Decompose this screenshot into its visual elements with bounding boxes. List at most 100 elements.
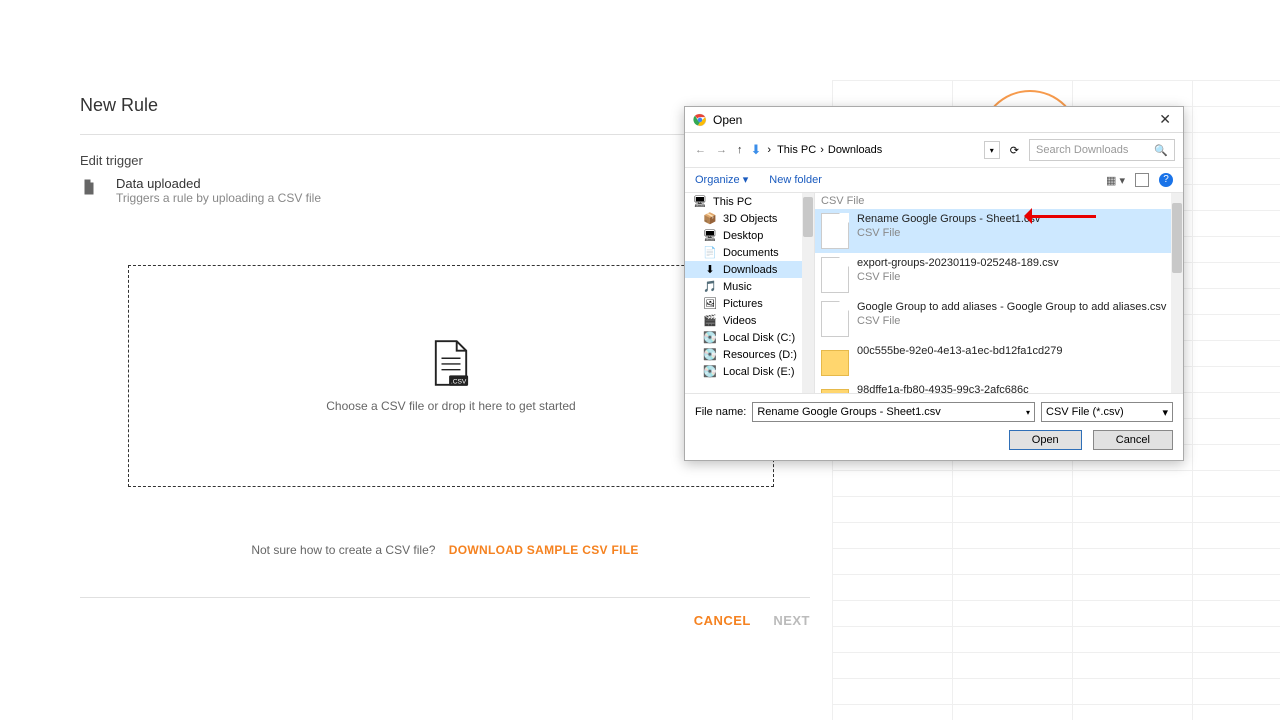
nav-back-icon[interactable]: ←: [693, 144, 708, 156]
tree-item[interactable]: 🖥 Desktop: [685, 227, 814, 244]
filename-label: File name:: [695, 406, 746, 418]
dialog-title: Open: [713, 113, 1155, 127]
tree-item-label: Desktop: [723, 230, 763, 242]
filter-dropdown-icon[interactable]: ▾: [1162, 406, 1168, 419]
tree-item-label: Local Disk (E:): [723, 366, 795, 378]
file-row[interactable]: 00c555be-92e0-4e13-a1ec-bd12fa1cd279: [815, 341, 1183, 380]
tree-item[interactable]: 🎬 Videos: [685, 312, 814, 329]
tree-item-icon: 💽: [703, 365, 717, 378]
tree-item-icon: 📄: [703, 246, 717, 259]
organize-menu[interactable]: Organize ▾: [695, 174, 748, 186]
close-icon[interactable]: ✕: [1155, 111, 1175, 128]
filter-value: CSV File (*.csv): [1046, 406, 1124, 418]
filelist-scrollbar[interactable]: [1171, 193, 1183, 393]
trigger-title: Data uploaded: [116, 176, 321, 191]
preview-pane-icon[interactable]: [1135, 173, 1149, 187]
tree-item[interactable]: 📦 3D Objects: [685, 210, 814, 227]
dialog-nav: ← → ↑ ⬇ › This PC › Downloads ▾ ⟳ Search…: [685, 133, 1183, 168]
file-icon: [80, 176, 98, 198]
file-list[interactable]: CSV File Rename Google Groups - Sheet1.c…: [815, 193, 1183, 393]
file-icon: [821, 301, 849, 337]
tree-item-label: Music: [723, 281, 752, 293]
help-icon[interactable]: ?: [1159, 173, 1173, 187]
file-row[interactable]: Google Group to add aliases - Google Gro…: [815, 297, 1183, 341]
tree-item[interactable]: 🖼 Pictures: [685, 295, 814, 312]
file-row[interactable]: 98dffe1a-fb80-4935-99c3-2afc686c: [815, 380, 1183, 393]
open-button[interactable]: Open: [1009, 430, 1082, 450]
tree-item-icon: 🖥: [703, 229, 717, 242]
nav-forward-icon[interactable]: →: [714, 144, 729, 156]
search-placeholder: Search Downloads: [1036, 144, 1128, 156]
filename-value: Rename Google Groups - Sheet1.csv: [757, 406, 940, 418]
svg-text:.CSV: .CSV: [451, 378, 467, 385]
crumb-downloads[interactable]: Downloads: [828, 144, 882, 156]
crumb-sep: ›: [767, 144, 771, 156]
tree-item-label: Pictures: [723, 298, 763, 310]
path-dropdown[interactable]: ▾: [984, 141, 1000, 159]
chrome-icon: [693, 113, 707, 127]
tree-item-icon: 💽: [703, 348, 717, 361]
new-folder-button[interactable]: New folder: [769, 174, 822, 186]
dialog-titlebar: Open ✕: [685, 107, 1183, 133]
csv-file-icon: .CSV: [432, 339, 470, 387]
file-type: CSV File: [857, 271, 1059, 285]
file-name: Rename Google Groups - Sheet1.csv: [857, 213, 1040, 227]
filename-input[interactable]: Rename Google Groups - Sheet1.csv ▾: [752, 402, 1035, 422]
tree-item-label: 3D Objects: [723, 213, 777, 225]
tree-item-label: Documents: [723, 247, 779, 259]
file-open-dialog: Open ✕ ← → ↑ ⬇ › This PC › Downloads ▾ ⟳…: [684, 106, 1184, 461]
breadcrumb: This PC › Downloads: [777, 144, 978, 156]
filetype-filter[interactable]: CSV File (*.csv) ▾: [1041, 402, 1173, 422]
nav-up-icon[interactable]: ↑: [735, 144, 745, 156]
tree-item-icon: 🎵: [703, 280, 717, 293]
search-input[interactable]: Search Downloads 🔍: [1029, 139, 1175, 161]
dialog-body: 🖥 This PC 📦 3D Objects 🖥 Desktop 📄 Documents ⬇…: [685, 193, 1183, 393]
file-name: Google Group to add aliases - Google Gro…: [857, 301, 1166, 315]
file-name: 98dffe1a-fb80-4935-99c3-2afc686c: [857, 384, 1029, 393]
file-row[interactable]: Rename Google Groups - Sheet1.csvCSV Fil…: [815, 209, 1183, 253]
tree-item[interactable]: 💽 Local Disk (C:): [685, 329, 814, 346]
search-icon: 🔍: [1154, 144, 1168, 157]
view-menu-icon[interactable]: ▦ ▾: [1106, 174, 1125, 187]
tree-item-icon: 📦: [703, 212, 717, 225]
tree-item[interactable]: 📄 Documents: [685, 244, 814, 261]
tree-this-pc-label: This PC: [713, 196, 752, 208]
next-button[interactable]: NEXT: [773, 613, 810, 628]
dialog-cancel-button[interactable]: Cancel: [1093, 430, 1173, 450]
folder-tree[interactable]: 🖥 This PC 📦 3D Objects 🖥 Desktop 📄 Documents ⬇…: [685, 193, 815, 393]
refresh-icon[interactable]: ⟳: [1006, 144, 1023, 157]
download-sample-link[interactable]: DOWNLOAD SAMPLE CSV FILE: [449, 543, 639, 557]
file-name: export-groups-20230119-025248-189.csv: [857, 257, 1059, 271]
dialog-toolbar: Organize ▾ New folder ▦ ▾ ?: [685, 168, 1183, 193]
tree-item[interactable]: 💽 Local Disk (E:): [685, 363, 814, 380]
hint-row: Not sure how to create a CSV file? DOWNL…: [80, 543, 810, 557]
pc-icon: 🖥: [693, 195, 707, 208]
crumb-sep: ›: [820, 144, 824, 156]
tree-item-icon: 🖼: [703, 297, 717, 310]
filename-dropdown-icon[interactable]: ▾: [1026, 408, 1030, 417]
dialog-footer: File name: Rename Google Groups - Sheet1…: [685, 393, 1183, 460]
tree-this-pc[interactable]: 🖥 This PC: [685, 193, 814, 210]
file-type: CSV File: [857, 227, 1040, 241]
tree-item-label: Resources (D:): [723, 349, 797, 361]
tree-item[interactable]: ⬇Downloads: [685, 261, 814, 278]
crumb-this-pc[interactable]: This PC: [777, 144, 816, 156]
tree-item-label: Videos: [723, 315, 756, 327]
tree-item-icon: ⬇: [703, 263, 717, 276]
file-icon: [821, 213, 849, 249]
dropzone-text: Choose a CSV file or drop it here to get…: [326, 399, 575, 413]
tree-scrollbar[interactable]: [802, 193, 814, 393]
panel-footer: CANCEL NEXT: [80, 597, 810, 630]
csv-dropzone[interactable]: .CSV Choose a CSV file or drop it here t…: [128, 265, 774, 487]
tree-item[interactable]: 💽 Resources (D:): [685, 346, 814, 363]
hint-text: Not sure how to create a CSV file?: [251, 543, 435, 557]
trigger-desc: Triggers a rule by uploading a CSV file: [116, 191, 321, 205]
tree-item-icon: 🎬: [703, 314, 717, 327]
tree-item-icon: 💽: [703, 331, 717, 344]
file-name: 00c555be-92e0-4e13-a1ec-bd12fa1cd279: [857, 345, 1063, 359]
tree-item[interactable]: 🎵 Music: [685, 278, 814, 295]
file-icon: [821, 257, 849, 293]
cancel-button[interactable]: CANCEL: [694, 613, 751, 628]
tree-item-label: Local Disk (C:): [723, 332, 795, 344]
file-row[interactable]: export-groups-20230119-025248-189.csvCSV…: [815, 253, 1183, 297]
